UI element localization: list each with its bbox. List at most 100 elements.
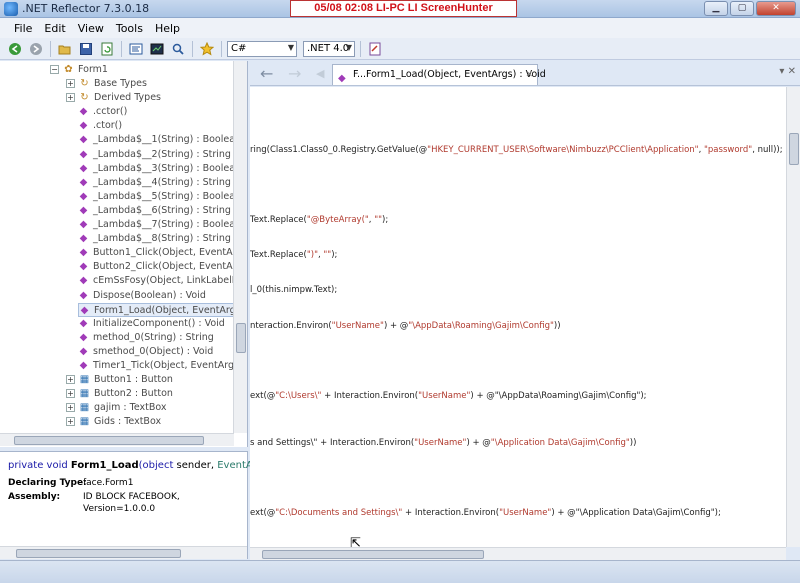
field-icon: ▦ [79, 416, 90, 428]
tree-item[interactable]: ◆ Button2_Click(Object, EventArgs) [78, 260, 247, 274]
tree-item[interactable]: ◆ Form1_Load(Object, EventArgs) : V [78, 302, 247, 317]
method-icon: ◆ [79, 120, 88, 132]
status-bar [0, 560, 800, 583]
method-icon: ◆ [79, 289, 88, 301]
tree-item[interactable]: ◆ cEmSsFosy(Object, LinkLabelLinkC [78, 274, 248, 288]
disassembler-icon[interactable] [127, 40, 145, 58]
minimize-button[interactable]: ▁ [704, 1, 728, 16]
tree-item[interactable]: ◆ _Lambda$__6(String) : String [78, 204, 231, 218]
options-icon[interactable] [366, 40, 384, 58]
method-icon: ◆ [79, 204, 88, 216]
menu-view[interactable]: View [72, 22, 110, 35]
expand-icon[interactable]: + [66, 389, 75, 399]
tree-item[interactable]: ◆ Dispose(Boolean) : Void [78, 289, 206, 303]
tree-item[interactable]: ◆ _Lambda$__2(String) : String [78, 148, 231, 162]
tree-item-label: gajim : TextBox [94, 402, 167, 414]
tree-root-form1[interactable]: − ✿ Form1 [50, 63, 108, 77]
tree-item[interactable]: + ↻ Derived Types [66, 91, 161, 105]
tree-item[interactable]: ◆ InitializeComponent() : Void [78, 317, 225, 331]
chevron-down-icon: ▼ [287, 42, 294, 52]
tree-item[interactable]: ◆ _Lambda$__3(String) : Boolean [78, 162, 241, 176]
tree-item[interactable]: + ↻ Base Types [66, 77, 147, 91]
method-icon: ◆ [79, 148, 88, 160]
tree-item[interactable]: ◆ _Lambda$__5(String) : Boolean [78, 190, 241, 204]
tree-item[interactable]: ◆ Timer1_Tick(Object, EventArgs) : V [78, 359, 247, 373]
tab-form1-load[interactable]: ◆ F...Form1_Load(Object, EventArgs) : Vo… [332, 64, 546, 85]
scroll-thumb[interactable] [16, 549, 181, 558]
tree-item-label: _Lambda$__3(String) : Boolean [93, 162, 242, 174]
tree-item-label: _Lambda$__4(String) : String [93, 176, 231, 188]
analyzer-icon[interactable] [148, 40, 166, 58]
scroll-thumb[interactable] [236, 323, 246, 353]
field-icon: ▦ [79, 374, 90, 386]
declaring-type-value[interactable]: face.Form1 [83, 478, 133, 488]
nav-forward-icon[interactable]: → [288, 64, 301, 83]
menu-tools[interactable]: Tools [110, 22, 149, 35]
open-folder-icon[interactable] [56, 40, 74, 58]
expand-icon[interactable]: + [66, 417, 75, 427]
refresh-icon[interactable] [98, 40, 116, 58]
tree-item[interactable]: + ▦ gajim : TextBox [66, 401, 167, 415]
tree-item[interactable]: ◆ smethod_0(Object) : Void [78, 345, 214, 359]
tree-item-label: _Lambda$__5(String) : Boolean [93, 190, 242, 202]
code-view[interactable]: ring(Class1.Class0_0.Registry.GetValue(@… [250, 87, 786, 547]
method-icon: ◆ [79, 247, 88, 259]
tree-item[interactable]: ◆ .cctor() [78, 105, 128, 119]
scroll-thumb[interactable] [14, 436, 204, 445]
expand-icon[interactable]: + [66, 375, 75, 385]
info-horizontal-scrollbar[interactable] [0, 546, 247, 559]
search-icon[interactable] [169, 40, 187, 58]
tree-item[interactable]: ◆ _Lambda$__1(String) : Boolean [78, 133, 241, 147]
tab-menu-icon[interactable]: ▾ ✕ [779, 66, 796, 77]
back-icon[interactable] [6, 40, 24, 58]
method-icon: ◆ [79, 219, 88, 230]
code-line: ext(@"C:\Users\" + Interaction.Environ("… [250, 391, 647, 401]
tree-item[interactable]: ◆ _Lambda$__7(String) : Boolean [78, 218, 241, 232]
expand-icon[interactable]: + [66, 403, 75, 413]
assembly-value[interactable]: ID BLOCK FACEBOOK, [83, 492, 180, 502]
expand-icon[interactable]: + [66, 93, 75, 103]
language-select[interactable]: C# ▼ [227, 40, 297, 57]
menu-file[interactable]: File [8, 22, 38, 35]
code-vertical-scrollbar[interactable] [786, 87, 800, 547]
tree-item-label: Derived Types [94, 92, 161, 104]
collapse-icon[interactable]: − [50, 65, 59, 74]
favorites-star-icon[interactable] [198, 40, 216, 58]
method-icon: ◆ [79, 275, 88, 287]
tree-item[interactable]: ◆ _Lambda$__4(String) : String [78, 176, 231, 190]
assembly-version: Version=1.0.0.0 [83, 504, 156, 514]
code-line: ext(@"C:\Documents and Settings\" + Inte… [250, 508, 721, 518]
close-icon[interactable]: ✕ [525, 65, 533, 85]
menu-edit[interactable]: Edit [38, 22, 71, 35]
tree-item-label: _Lambda$__8(String) : String [93, 233, 231, 245]
scroll-thumb[interactable] [789, 133, 799, 165]
tree-item[interactable]: ◆ .ctor() [78, 119, 122, 133]
maximize-button[interactable]: ▢ [730, 1, 754, 16]
tree-vertical-scrollbar[interactable] [233, 61, 247, 433]
tree-item[interactable]: ◆ _Lambda$__8(String) : String [78, 232, 231, 246]
expand-icon[interactable]: + [66, 79, 75, 88]
type-folder-icon: ↻ [80, 92, 89, 104]
save-icon[interactable] [77, 40, 95, 58]
forward-icon[interactable] [27, 40, 45, 58]
method-icon: ◆ [80, 304, 89, 316]
tree-horizontal-scrollbar[interactable] [0, 433, 234, 446]
tree-item[interactable]: ◆ method_0(String) : String [78, 331, 214, 345]
tree-item[interactable]: + ▦ Gids : TextBox [66, 415, 161, 429]
menu-help[interactable]: Help [149, 22, 186, 35]
tree-item[interactable]: + ▦ Button1 : Button [66, 373, 173, 387]
framework-select[interactable]: .NET 4.0 ▼ [303, 40, 355, 57]
code-line: ring(Class1.Class0_0.Registry.GetValue(@… [250, 145, 783, 155]
tree-item-label: .cctor() [93, 106, 128, 118]
code-horizontal-scrollbar[interactable] [250, 547, 786, 560]
nav-back-icon[interactable]: ← [260, 64, 273, 83]
tree-item[interactable]: + ▦ Button2 : Button [66, 387, 173, 401]
close-button[interactable]: ✕ [756, 1, 796, 16]
signature-keyword: private void [8, 460, 68, 471]
tree-item-label: InitializeComponent() : Void [93, 317, 225, 329]
nav-left-icon[interactable]: ◀ [316, 67, 324, 80]
signature-name[interactable]: Form1_Load [71, 460, 139, 471]
tree-item[interactable]: ◆ Button1_Click(Object, EventArgs) [78, 246, 247, 260]
tree-item-label: cEmSsFosy(Object, LinkLabelLinkC [93, 275, 248, 287]
scroll-thumb[interactable] [262, 550, 484, 559]
